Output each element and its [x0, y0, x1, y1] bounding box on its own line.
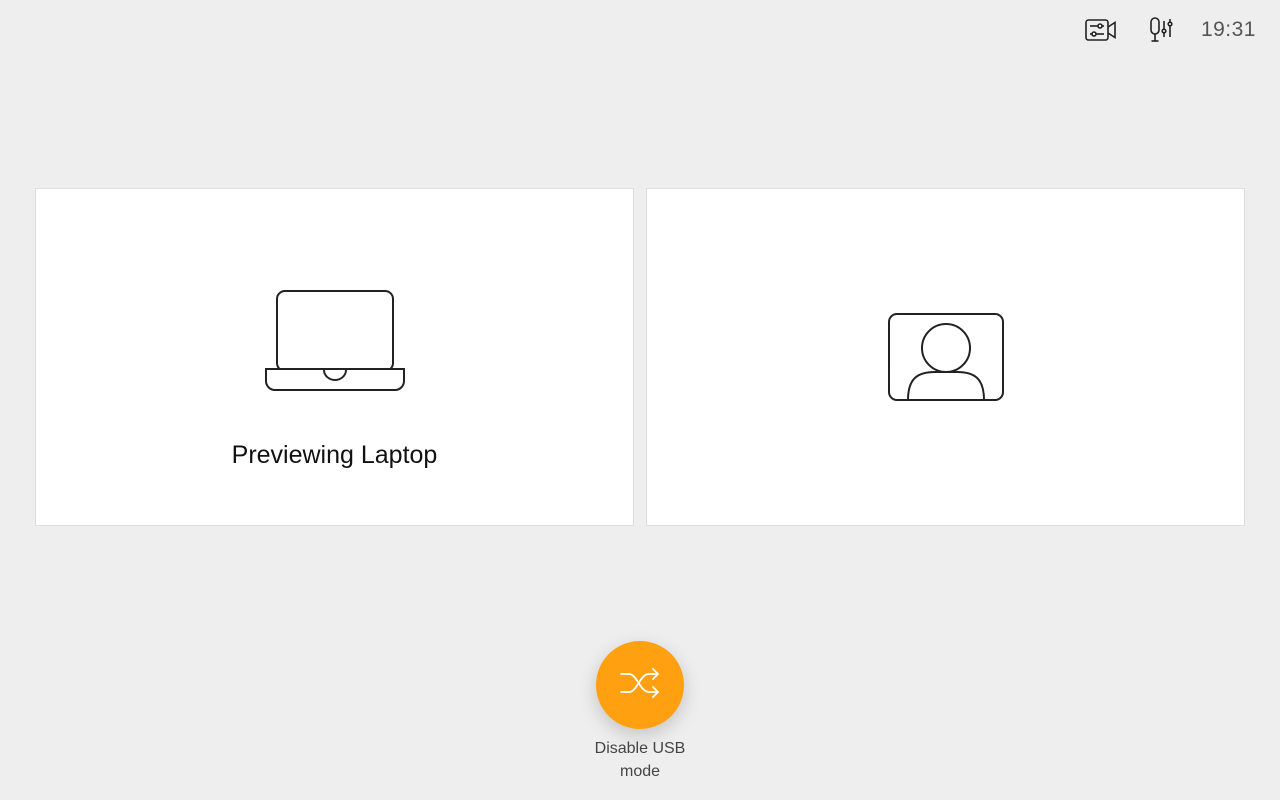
- status-bar: 19:31: [1085, 12, 1256, 48]
- disable-usb-mode-button[interactable]: [596, 641, 684, 729]
- person-icon: [887, 312, 1005, 407]
- usb-mode-control: Disable USB mode: [580, 641, 700, 783]
- mic-settings-icon[interactable]: [1149, 17, 1175, 43]
- disable-usb-mode-label: Disable USB mode: [594, 740, 686, 780]
- clock: 19:31: [1200, 18, 1256, 41]
- shuffle-icon: [618, 666, 662, 705]
- camera-settings-icon[interactable]: [1085, 18, 1117, 42]
- camera-preview-panel[interactable]: [646, 188, 1245, 526]
- laptop-icon: [264, 289, 406, 397]
- laptop-preview-panel[interactable]: Previewing Laptop: [35, 188, 634, 526]
- panel-label: Previewing Laptop: [231, 441, 438, 469]
